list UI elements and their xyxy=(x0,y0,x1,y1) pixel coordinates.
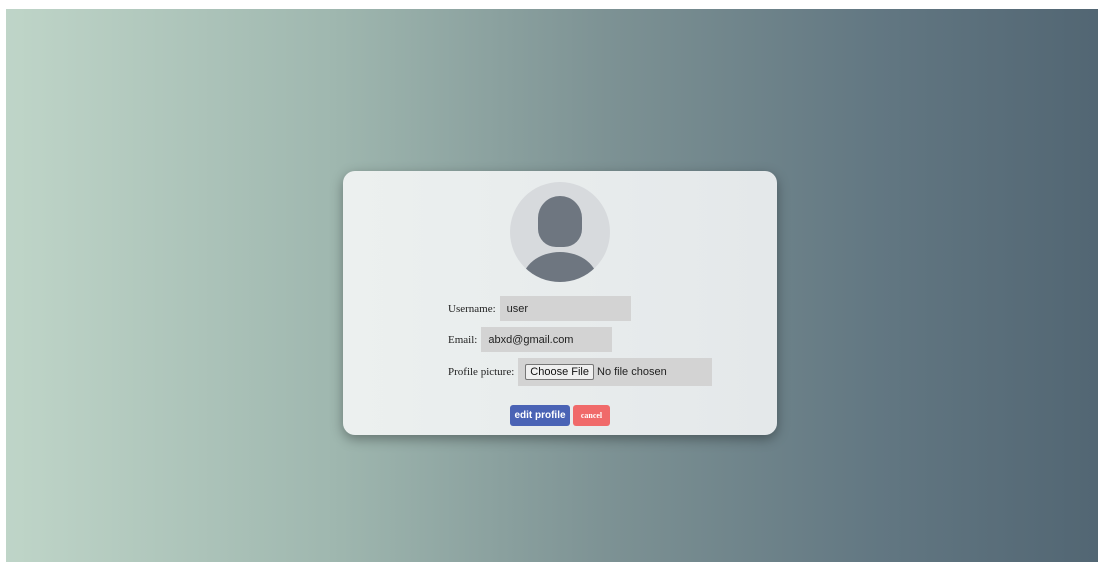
profile-picture-label: Profile picture: xyxy=(448,366,515,378)
edit-profile-button[interactable]: edit profile xyxy=(510,405,570,426)
email-field[interactable]: abxd@gmail.com xyxy=(481,327,613,352)
no-file-text: No file chosen xyxy=(597,366,667,378)
username-field[interactable]: user xyxy=(499,296,631,321)
choose-file-button[interactable]: Choose File xyxy=(525,364,594,380)
page-background: Username: user Email: abxd@gmail.com Pro… xyxy=(6,9,1098,562)
avatar-body-shape xyxy=(522,252,598,282)
profile-picture-row: Profile picture: Choose File No file cho… xyxy=(448,358,713,386)
profile-picture-input[interactable]: Choose File No file chosen xyxy=(518,358,713,386)
avatar-head-shape xyxy=(538,196,582,247)
profile-card: Username: user Email: abxd@gmail.com Pro… xyxy=(343,171,777,435)
email-label: Email: xyxy=(448,333,478,346)
cancel-button[interactable]: cancel xyxy=(573,405,610,426)
username-label: Username: xyxy=(448,302,496,315)
username-row: Username: user xyxy=(448,296,631,321)
email-row: Email: abxd@gmail.com xyxy=(448,327,613,352)
avatar-icon xyxy=(510,182,610,282)
